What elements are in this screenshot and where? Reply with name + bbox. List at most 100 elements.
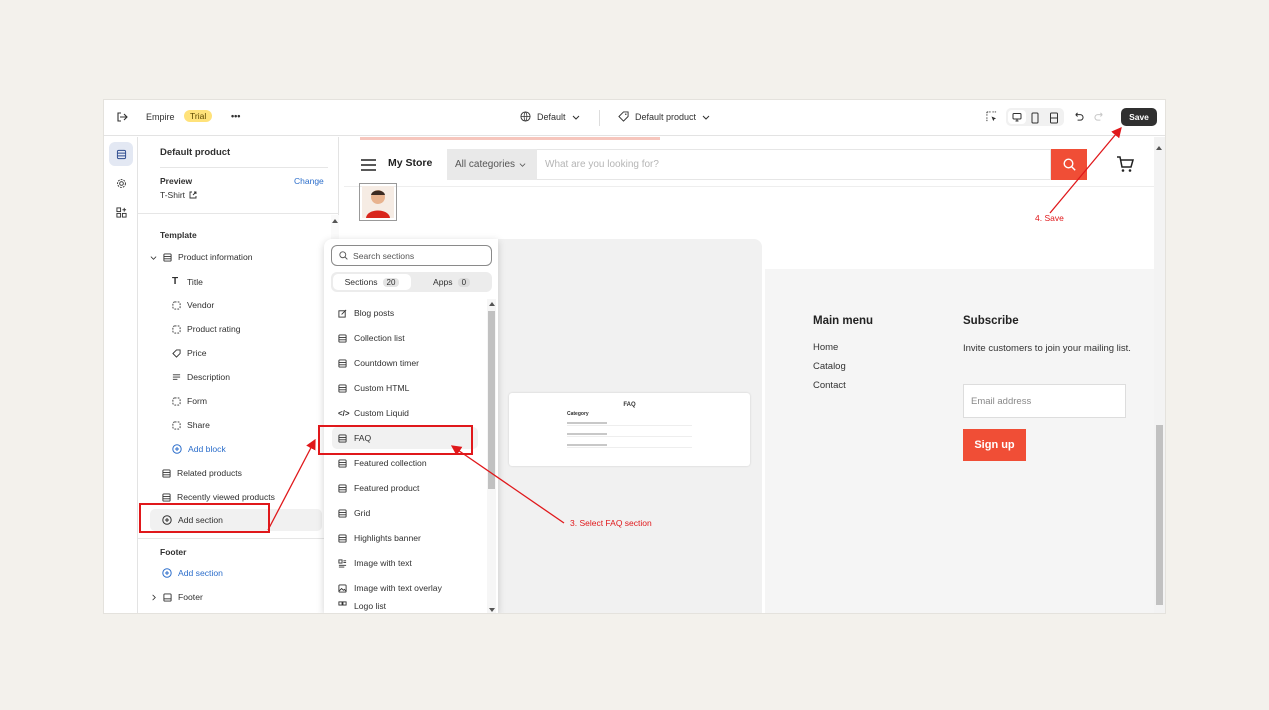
store-name[interactable]: My Store <box>388 157 432 169</box>
signup-button[interactable]: Sign up <box>963 429 1026 461</box>
blog-edit-icon <box>338 309 347 318</box>
redo-icon[interactable] <box>1094 111 1105 122</box>
faq-preview-row <box>567 431 692 437</box>
category-select-label: All categories <box>455 159 516 170</box>
template-selector[interactable]: Default product <box>618 111 710 122</box>
block-description[interactable]: Description <box>172 372 230 382</box>
section-option-label: Logo list <box>354 601 387 611</box>
store-search-button[interactable] <box>1051 149 1087 180</box>
image-text-icon <box>338 558 347 568</box>
section-related-products[interactable]: Related products <box>162 468 242 478</box>
category-select[interactable]: All categories <box>447 149 537 180</box>
section-icon <box>338 508 347 518</box>
add-section-highlight-box <box>139 503 270 533</box>
section-option-label: Featured collection <box>354 458 427 468</box>
section-option-featured-product[interactable]: Featured product <box>332 477 478 499</box>
section-recently-viewed[interactable]: Recently viewed products <box>162 492 275 502</box>
search-sections-placeholder: Search sections <box>353 250 415 261</box>
block-vendor[interactable]: Vendor <box>172 300 214 310</box>
faq-highlight-box <box>318 425 473 455</box>
mobile-icon[interactable] <box>1030 111 1040 129</box>
section-footer[interactable]: Footer <box>150 592 203 602</box>
section-label: Product information <box>178 252 253 262</box>
sections-panel: Default product Preview Change T-Shirt T… <box>138 137 339 613</box>
block-icon <box>172 300 181 310</box>
section-option-custom-liquid[interactable]: </> Custom Liquid <box>332 402 478 424</box>
section-option-image-with-text-overlay[interactable]: Image with text overlay <box>332 577 478 599</box>
tab-sections-label: Sections <box>344 277 378 287</box>
section-option-label: Grid <box>354 508 371 518</box>
section-option-collection-list[interactable]: Collection list <box>332 327 478 349</box>
template-heading: Template <box>160 230 197 240</box>
section-option-highlights-banner[interactable]: Highlights banner <box>332 527 478 549</box>
section-icon <box>338 383 347 393</box>
cart-icon[interactable] <box>1116 156 1134 178</box>
code-icon: </> <box>338 408 350 418</box>
email-field[interactable]: Email address <box>963 384 1126 418</box>
divider <box>599 110 600 126</box>
preview-label: Preview <box>160 176 193 186</box>
section-option-blog-posts[interactable]: Blog posts <box>332 302 478 324</box>
undo-icon[interactable] <box>1073 111 1084 122</box>
more-options-button[interactable]: ••• <box>231 111 240 121</box>
product-thumbnail[interactable] <box>359 183 397 221</box>
picker-scrollbar-thumb[interactable] <box>488 311 495 489</box>
exit-icon[interactable] <box>116 111 128 123</box>
inspector-icon[interactable] <box>986 111 997 122</box>
block-label: Share <box>187 420 210 430</box>
sections-icon[interactable] <box>109 142 133 166</box>
tab-sections[interactable]: Sections 20 <box>333 274 411 290</box>
left-rail <box>104 137 138 613</box>
search-sections-field[interactable]: Search sections <box>331 245 492 266</box>
tag-icon <box>618 111 629 122</box>
add-block-button[interactable]: Add block <box>172 444 226 454</box>
section-product-information[interactable]: Product information <box>150 252 253 262</box>
block-title[interactable]: T Title <box>172 276 203 287</box>
tab-apps[interactable]: Apps 0 <box>413 274 490 290</box>
block-icon <box>172 420 181 430</box>
footer-add-section-button[interactable]: Add section <box>162 568 223 578</box>
footer-link-contact[interactable]: Contact <box>813 380 846 391</box>
store-search-input[interactable]: What are you looking for? <box>537 149 1051 180</box>
theme-editor-window: Empire Trial ••• Default Default product <box>104 100 1165 613</box>
plus-circle-icon <box>162 568 172 578</box>
settings-gear-icon[interactable] <box>109 171 133 195</box>
image-icon <box>338 583 347 593</box>
section-option-countdown-timer[interactable]: Countdown timer <box>332 352 478 374</box>
block-form[interactable]: Form <box>172 396 207 406</box>
section-icon <box>338 333 347 343</box>
section-option-grid[interactable]: Grid <box>332 502 478 524</box>
logo-list-icon <box>338 601 347 606</box>
chevron-down-icon <box>519 163 526 167</box>
picker-scrollbar[interactable] <box>487 299 496 613</box>
block-share[interactable]: Share <box>172 420 210 430</box>
desktop-icon[interactable] <box>1008 110 1026 124</box>
section-option-logo-list[interactable]: Logo list <box>332 601 478 613</box>
section-icon <box>338 458 347 468</box>
footer-link-catalog[interactable]: Catalog <box>813 361 846 372</box>
section-option-custom-html[interactable]: Custom HTML <box>332 377 478 399</box>
fullscreen-icon[interactable] <box>1049 111 1059 129</box>
section-option-featured-collection[interactable]: Featured collection <box>332 452 478 474</box>
block-label: Vendor <box>187 300 215 310</box>
section-option-image-with-text[interactable]: Image with text <box>332 552 478 574</box>
theme-selector-label: Default <box>537 111 566 122</box>
trial-badge: Trial <box>184 110 213 122</box>
footer-link-home[interactable]: Home <box>813 342 838 353</box>
theme-selector[interactable]: Default <box>520 111 580 122</box>
hamburger-menu-icon[interactable] <box>361 158 376 176</box>
section-option-label: Blog posts <box>354 308 395 318</box>
section-option-label: Collection list <box>354 333 405 343</box>
add-block-label: Add block <box>188 444 226 454</box>
block-product-rating[interactable]: Product rating <box>172 324 241 334</box>
section-option-label: Highlights banner <box>354 533 421 543</box>
preview-scrollbar[interactable] <box>1154 137 1165 613</box>
change-link[interactable]: Change <box>294 176 324 186</box>
apps-icon[interactable] <box>109 200 133 224</box>
preview-scrollbar-thumb[interactable] <box>1156 425 1163 605</box>
preview-item[interactable]: T-Shirt <box>160 190 197 200</box>
tab-apps-label: Apps <box>432 277 453 287</box>
save-button[interactable]: Save <box>1121 108 1157 126</box>
block-price[interactable]: Price <box>172 348 207 358</box>
chevron-right-icon <box>152 594 156 600</box>
